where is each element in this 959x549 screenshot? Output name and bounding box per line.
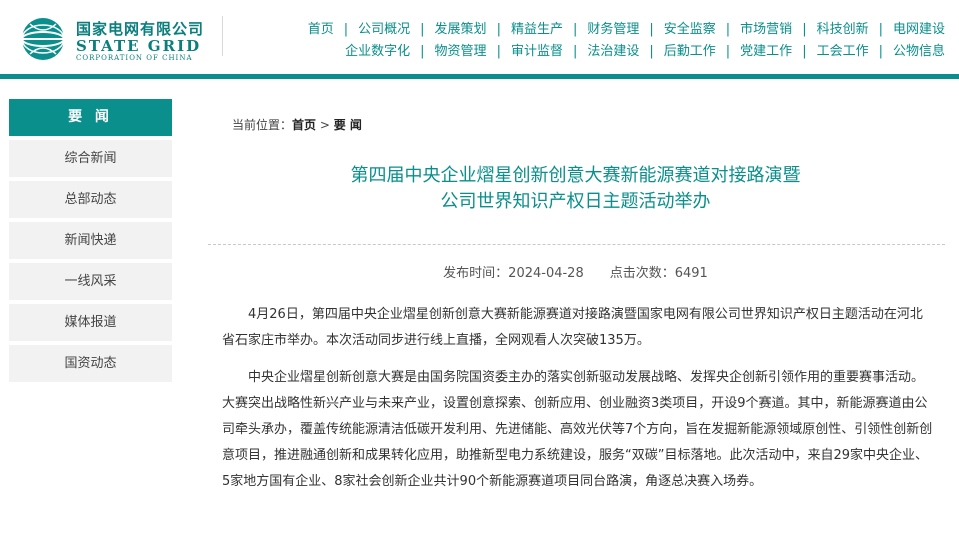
- nav-separator: |: [802, 22, 807, 37]
- nav-separator: |: [496, 22, 501, 37]
- article-meta: 发布时间：2024-04-28 点击次数：6491: [192, 262, 959, 281]
- breadcrumb-prefix: 当前位置：: [232, 118, 293, 132]
- sidebar-item-general-news[interactable]: 综合新闻: [9, 140, 172, 177]
- nav-separator: |: [649, 22, 654, 37]
- logo-english-name: STATE GRID: [76, 37, 202, 55]
- article-paragraph: 中央企业熠星创新创意大赛是由国务院国资委主办的落实创新驱动发展战略、发挥央企创新…: [222, 370, 933, 489]
- nav-home[interactable]: 首页: [308, 22, 334, 37]
- nav-separator: |: [343, 22, 349, 37]
- breadcrumb: 当前位置：首页 > 要 闻: [232, 116, 362, 133]
- sidebar-item-news-express[interactable]: 新闻快递: [9, 222, 172, 259]
- logo-chinese-name: 国家电网有限公司: [76, 20, 205, 38]
- logo-english-subtitle: CORPORATION OF CHINA: [76, 54, 193, 62]
- nav-safety[interactable]: 安全监察: [664, 22, 716, 37]
- publish-time: 发布时间：2024-04-28: [443, 266, 584, 281]
- nav-lean-production[interactable]: 精益生产: [511, 22, 563, 37]
- article-panel: 当前位置：首页 > 要 闻 第四届中央企业熠星创新创意大赛新能源赛道对接路演暨 …: [192, 99, 959, 549]
- header-divider: [222, 16, 223, 56]
- nav-separator: |: [572, 22, 578, 37]
- nav-logistics[interactable]: 后勤工作: [664, 44, 716, 59]
- nav-separator: |: [649, 44, 654, 59]
- nav-materials[interactable]: 物资管理: [435, 44, 487, 59]
- nav-legal[interactable]: 法治建设: [587, 44, 639, 59]
- breadcrumb-home-link[interactable]: 首页: [292, 118, 316, 132]
- click-count: 点击次数：6491: [609, 266, 708, 281]
- sidebar-item-media-reports[interactable]: 媒体报道: [9, 304, 172, 341]
- sidebar-item-frontline[interactable]: 一线风采: [9, 263, 172, 300]
- nav-separator: |: [572, 44, 578, 59]
- state-grid-logo[interactable]: 国家电网有限公司 STATE GRID CORPORATION OF CHINA: [20, 10, 220, 66]
- nav-union[interactable]: 工会工作: [817, 44, 869, 59]
- nav-separator: |: [496, 44, 501, 59]
- article-body: 4月26日，第四届中央企业熠星创新创意大赛新能源赛道对接路演暨国家电网有限公司世…: [222, 302, 935, 506]
- breadcrumb-current[interactable]: 要 闻: [334, 118, 362, 132]
- nav-innovation[interactable]: 科技创新: [817, 22, 869, 37]
- nav-development-planning[interactable]: 发展策划: [435, 22, 487, 37]
- nav-separator: |: [725, 22, 731, 37]
- article-title: 第四届中央企业熠星创新创意大赛新能源赛道对接路演暨 公司世界知识产权日主题活动举…: [192, 163, 959, 215]
- sidebar-item-hq-updates[interactable]: 总部动态: [9, 181, 172, 218]
- nav-separator: |: [802, 44, 807, 59]
- article-title-line-1: 第四届中央企业熠星创新创意大赛新能源赛道对接路演暨: [350, 165, 801, 186]
- nav-separator: |: [420, 44, 425, 59]
- title-divider: [208, 244, 945, 245]
- article-paragraph: 4月26日，第四届中央企业熠星创新创意大赛新能源赛道对接路演暨国家电网有限公司世…: [222, 307, 923, 348]
- nav-finance[interactable]: 财务管理: [587, 22, 639, 37]
- article-title-line-2: 公司世界知识产权日主题活动举办: [440, 191, 711, 212]
- main-nav-row-1: 首页 | 公司概况 | 发展策划 | 精益生产 | 财务管理 | 安全监察 | 市场营销 | 科技创新 | 电网…: [245, 18, 945, 37]
- main-nav-row-2: 企业数字化 | 物资管理 | 审计监督 | 法治建设 | 后勤工作 | 党建工作 | 工会工作 | 公物信息: [245, 40, 945, 59]
- nav-company-overview[interactable]: 公司概况: [358, 22, 410, 37]
- site-header: 国家电网有限公司 STATE GRID CORPORATION OF CHINA…: [0, 0, 959, 74]
- nav-party-building[interactable]: 党建工作: [740, 44, 792, 59]
- nav-audit[interactable]: 审计监督: [511, 44, 563, 59]
- nav-separator: |: [725, 44, 731, 59]
- nav-separator: |: [420, 22, 425, 37]
- sidebar-header-news[interactable]: 要 闻: [9, 99, 172, 136]
- nav-grid-construction[interactable]: 电网建设: [893, 22, 945, 37]
- nav-public-info[interactable]: 公物信息: [893, 44, 945, 59]
- sidebar-item-sasac-news[interactable]: 国资动态: [9, 345, 172, 382]
- nav-separator: |: [878, 22, 883, 37]
- breadcrumb-separator: >: [316, 118, 334, 132]
- nav-marketing[interactable]: 市场营销: [740, 22, 792, 37]
- sidebar: 要 闻 综合新闻 总部动态 新闻快递 一线风采 媒体报道 国资动态: [9, 99, 172, 382]
- header-accent-bar: [0, 74, 959, 79]
- nav-separator: |: [878, 44, 883, 59]
- state-grid-globe-icon: [21, 18, 65, 60]
- nav-digitalization[interactable]: 企业数字化: [345, 44, 410, 59]
